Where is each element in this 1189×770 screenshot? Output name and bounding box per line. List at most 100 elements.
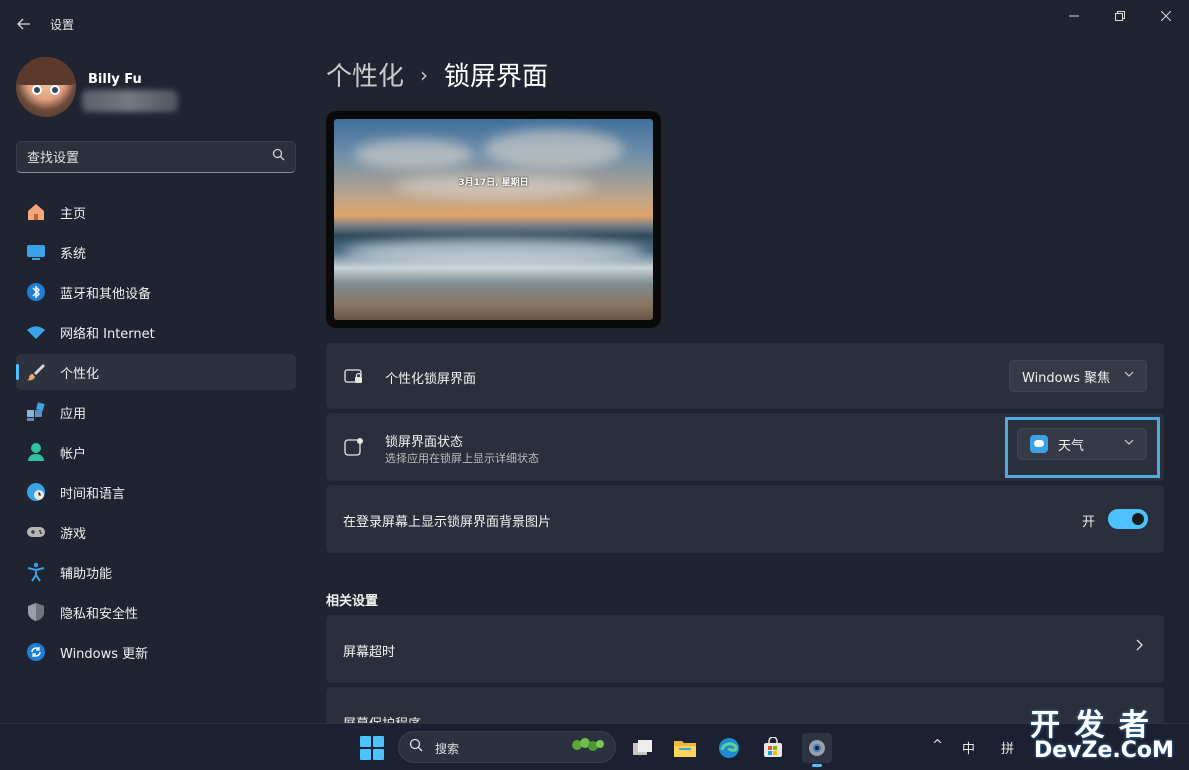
person-icon xyxy=(25,441,47,463)
sidebar-item-apps[interactable]: 应用 xyxy=(16,394,296,430)
lock-screen-status-title: 锁屏界面状态 xyxy=(385,435,464,450)
chevron-down-icon xyxy=(1124,437,1134,450)
dropdown-value: 天气 xyxy=(1058,438,1085,454)
sidebar-item-gaming[interactable]: 游戏 xyxy=(16,514,296,550)
sidebar-nav: 主页 系统 蓝牙和其他设备 网络和 Internet 个性化 应用 帐户 时间和… xyxy=(16,194,296,674)
show-background-on-signin-row: 在登录屏幕上显示锁屏界面背景图片 开 xyxy=(326,485,1164,553)
sidebar-item-home[interactable]: 主页 xyxy=(16,194,296,230)
related-item-screen-timeout[interactable]: 屏幕超时 xyxy=(326,615,1164,683)
home-icon xyxy=(25,201,47,223)
back-button[interactable] xyxy=(10,10,38,38)
toggle-knob xyxy=(1132,513,1144,525)
search-icon xyxy=(409,738,423,756)
related-item-label: 屏幕超时 xyxy=(343,645,396,660)
avatar[interactable] xyxy=(16,57,76,117)
settings-icon[interactable] xyxy=(802,733,832,767)
breadcrumb-parent[interactable]: 个性化 xyxy=(326,56,404,93)
toggle-state-label: 开 xyxy=(1082,515,1096,530)
wifi-icon xyxy=(25,321,47,343)
sidebar-item-system[interactable]: 系统 xyxy=(16,234,296,270)
shield-icon xyxy=(25,601,47,623)
sidebar-item-label: 系统 xyxy=(60,246,87,262)
sidebar-item-personalization[interactable]: 个性化 xyxy=(16,354,296,390)
restore-icon xyxy=(1115,11,1125,21)
lock-screen-preview-image: 3月17日, 星期日 xyxy=(334,119,653,320)
globe-clock-icon xyxy=(25,481,47,503)
restore-button[interactable] xyxy=(1097,0,1143,32)
clover-icon xyxy=(569,737,605,761)
search-icon xyxy=(272,148,285,165)
lock-screen-preview: 3月17日, 星期日 xyxy=(326,111,661,328)
lock-screen-background-dropdown[interactable]: Windows 聚焦 xyxy=(1009,360,1147,392)
sidebar-item-label: 游戏 xyxy=(60,526,87,542)
sidebar-item-label: 帐户 xyxy=(60,446,87,462)
sidebar-item-bluetooth[interactable]: 蓝牙和其他设备 xyxy=(16,274,296,310)
sidebar-item-accounts[interactable]: 帐户 xyxy=(16,434,296,470)
lock-screen-status-subtitle: 选择应用在锁屏上显示详细状态 xyxy=(385,452,539,465)
brush-icon xyxy=(25,361,47,383)
show-background-title: 在登录屏幕上显示锁屏界面背景图片 xyxy=(343,515,552,530)
watermark-domain-text: DevZe.CoM xyxy=(1034,738,1174,763)
windows-start-icon[interactable] xyxy=(360,736,384,760)
sidebar-item-windows-update[interactable]: Windows 更新 xyxy=(16,634,296,670)
ime-mode-indicator[interactable]: 拼 xyxy=(1001,738,1014,757)
breadcrumb-separator: › xyxy=(420,62,429,87)
sidebar-item-privacy[interactable]: 隐私和安全性 xyxy=(16,594,296,630)
sidebar-item-label: 应用 xyxy=(60,406,87,422)
task-view-icon[interactable] xyxy=(628,733,658,763)
sidebar-item-label: 主页 xyxy=(60,206,87,222)
minimize-button[interactable] xyxy=(1051,0,1097,32)
search-box[interactable] xyxy=(16,141,296,173)
search-input[interactable] xyxy=(27,148,267,168)
sidebar-item-label: Windows 更新 xyxy=(60,646,149,662)
gamepad-icon xyxy=(25,521,47,543)
minimize-icon xyxy=(1069,15,1079,17)
user-name: Billy Fu xyxy=(88,72,142,87)
sidebar-item-label: 辅助功能 xyxy=(60,566,113,582)
taskbar: 搜索 ^ 中 拼 xyxy=(0,723,1189,770)
chevron-down-icon xyxy=(1124,369,1134,382)
dropdown-value: Windows 聚焦 xyxy=(1022,370,1111,386)
user-email-blurred xyxy=(82,90,178,112)
show-background-toggle[interactable] xyxy=(1108,509,1148,529)
store-icon[interactable] xyxy=(758,733,788,763)
sidebar-item-label: 蓝牙和其他设备 xyxy=(60,286,152,302)
taskbar-search-label: 搜索 xyxy=(435,742,460,756)
title-bar: 设置 xyxy=(0,0,1189,48)
main-content: 个性化 › 锁屏界面 3月17日, 星期日 个性化锁屏界面 Windows 聚焦 xyxy=(326,48,1164,732)
sidebar: Billy Fu 主页 系统 蓝牙和其他设备 xyxy=(0,48,310,723)
ime-language-indicator[interactable]: 中 xyxy=(962,738,975,757)
sidebar-item-label: 个性化 xyxy=(60,366,100,382)
app-title: 设置 xyxy=(50,18,75,32)
sidebar-item-label: 网络和 Internet xyxy=(60,326,155,342)
status-icon xyxy=(344,437,364,457)
page-title: 锁屏界面 xyxy=(444,62,549,92)
taskbar-search[interactable]: 搜索 xyxy=(398,731,616,763)
lock-screen-status-dropdown[interactable]: 天气 xyxy=(1017,428,1147,460)
close-icon xyxy=(1161,11,1171,21)
bluetooth-icon xyxy=(25,281,47,303)
sidebar-item-time-language[interactable]: 时间和语言 xyxy=(16,474,296,510)
arrow-left-icon xyxy=(17,18,30,30)
preview-date-text: 3月17日, 星期日 xyxy=(458,178,529,188)
sidebar-item-label: 时间和语言 xyxy=(60,486,126,502)
edge-icon[interactable] xyxy=(714,733,744,763)
lock-screen-status-row[interactable]: 锁屏界面状态 选择应用在锁屏上显示详细状态 天气 xyxy=(326,413,1164,481)
personalize-lock-screen-title: 个性化锁屏界面 xyxy=(385,372,477,387)
sidebar-item-network[interactable]: 网络和 Internet xyxy=(16,314,296,350)
breadcrumb: 个性化 › 锁屏界面 xyxy=(326,56,548,93)
sidebar-item-label: 隐私和安全性 xyxy=(60,606,139,622)
update-icon xyxy=(25,641,47,663)
tray-chevron-up-icon[interactable]: ^ xyxy=(932,738,943,753)
lock-screen-icon xyxy=(344,366,364,386)
related-settings-heading: 相关设置 xyxy=(326,594,379,609)
file-explorer-icon[interactable] xyxy=(670,733,700,763)
weather-icon xyxy=(1030,435,1048,453)
chevron-right-icon xyxy=(1134,639,1144,655)
monitor-icon xyxy=(25,241,47,263)
personalize-lock-screen-row[interactable]: 个性化锁屏界面 Windows 聚焦 xyxy=(326,343,1164,409)
sidebar-item-accessibility[interactable]: 辅助功能 xyxy=(16,554,296,590)
accessibility-icon xyxy=(25,561,47,583)
close-button[interactable] xyxy=(1143,0,1189,32)
apps-icon xyxy=(25,401,47,423)
